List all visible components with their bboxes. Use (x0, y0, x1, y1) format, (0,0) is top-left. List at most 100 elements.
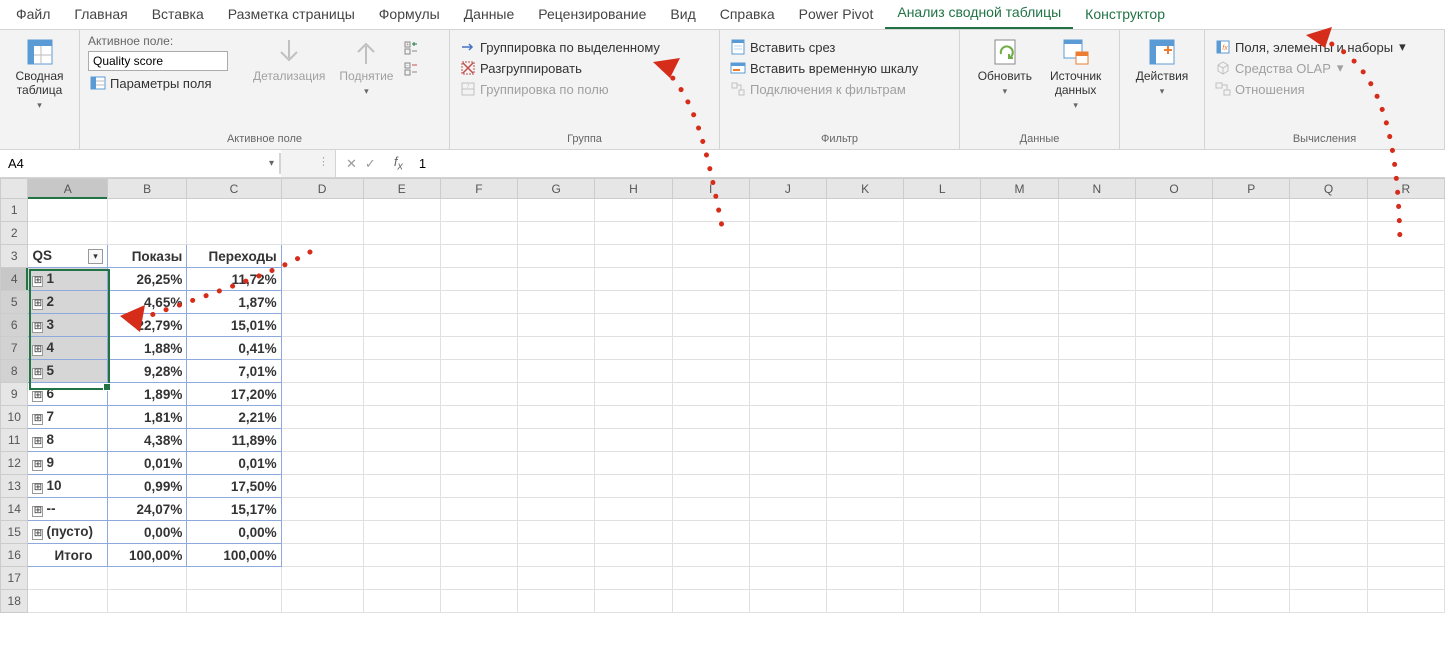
cell[interactable] (440, 429, 517, 452)
expand-icon[interactable]: ⊞ (32, 437, 43, 448)
cell[interactable] (826, 567, 903, 590)
cell[interactable] (363, 544, 440, 567)
cell[interactable] (1290, 360, 1367, 383)
cell[interactable] (904, 199, 981, 222)
tab-view[interactable]: Вид (658, 1, 707, 29)
cell[interactable]: 7,01% (187, 360, 281, 383)
cell[interactable] (1290, 452, 1367, 475)
select-all-corner[interactable] (1, 179, 28, 199)
cell[interactable] (672, 199, 749, 222)
cell[interactable] (108, 567, 187, 590)
cell[interactable] (749, 268, 826, 291)
row-header[interactable]: 5 (1, 291, 28, 314)
cell[interactable] (1135, 360, 1212, 383)
cell[interactable] (1367, 314, 1444, 337)
column-header[interactable]: K (826, 179, 903, 199)
cell[interactable] (1135, 567, 1212, 590)
cell[interactable] (440, 314, 517, 337)
cell[interactable]: 22,79% (108, 314, 187, 337)
cell[interactable] (1135, 337, 1212, 360)
tab-powerpivot[interactable]: Power Pivot (787, 1, 886, 29)
cancel-formula-icon[interactable]: ✕ (346, 156, 357, 172)
cell[interactable] (363, 222, 440, 245)
cell[interactable] (440, 406, 517, 429)
cell[interactable] (1367, 590, 1444, 613)
cell[interactable] (595, 291, 672, 314)
cell[interactable] (1058, 452, 1135, 475)
cell[interactable] (187, 590, 281, 613)
cell[interactable] (1135, 544, 1212, 567)
cell[interactable] (672, 360, 749, 383)
cell[interactable] (904, 291, 981, 314)
cell[interactable] (826, 429, 903, 452)
cell[interactable]: ⊞1 (28, 268, 108, 291)
cell[interactable]: 17,20% (187, 383, 281, 406)
actions-button[interactable]: Действия ▾ (1132, 34, 1193, 98)
row-header[interactable]: 6 (1, 314, 28, 337)
cell[interactable] (440, 498, 517, 521)
filter-dropdown-icon[interactable]: ▾ (88, 249, 103, 264)
cell[interactable] (1058, 337, 1135, 360)
cell[interactable] (363, 383, 440, 406)
cell[interactable] (518, 222, 595, 245)
row-header[interactable]: 1 (1, 199, 28, 222)
cell[interactable] (1135, 406, 1212, 429)
tab-pivot-design[interactable]: Конструктор (1073, 1, 1177, 29)
cell[interactable] (1058, 567, 1135, 590)
cell[interactable] (826, 590, 903, 613)
cell[interactable] (904, 222, 981, 245)
cell[interactable] (1135, 475, 1212, 498)
cell[interactable] (904, 544, 981, 567)
cell[interactable] (904, 429, 981, 452)
column-header[interactable]: H (595, 179, 672, 199)
cell[interactable] (904, 268, 981, 291)
cell[interactable] (518, 521, 595, 544)
cell[interactable]: 11,89% (187, 429, 281, 452)
cell[interactable] (904, 452, 981, 475)
cell[interactable]: 24,07% (108, 498, 187, 521)
cell[interactable] (440, 268, 517, 291)
cell[interactable] (981, 314, 1058, 337)
cell[interactable] (363, 498, 440, 521)
column-header[interactable]: Q (1290, 179, 1367, 199)
cell[interactable] (1213, 268, 1290, 291)
cell[interactable] (1135, 199, 1212, 222)
tab-insert[interactable]: Вставка (140, 1, 216, 29)
cell[interactable] (826, 360, 903, 383)
cell[interactable] (672, 291, 749, 314)
cell[interactable] (904, 567, 981, 590)
cell[interactable] (363, 590, 440, 613)
tab-data[interactable]: Данные (452, 1, 527, 29)
cell[interactable] (440, 475, 517, 498)
cell[interactable]: 17,50% (187, 475, 281, 498)
collapse-field-icon[interactable]: − (403, 61, 419, 77)
cell[interactable] (1367, 360, 1444, 383)
cell[interactable] (518, 567, 595, 590)
cell[interactable] (1135, 452, 1212, 475)
cell[interactable] (1213, 291, 1290, 314)
cell[interactable] (1058, 245, 1135, 268)
cell[interactable]: 1,81% (108, 406, 187, 429)
expand-icon[interactable]: ⊞ (32, 529, 43, 540)
cell[interactable] (826, 383, 903, 406)
cell[interactable] (749, 429, 826, 452)
cell[interactable]: 0,00% (108, 521, 187, 544)
cell[interactable] (28, 199, 108, 222)
cell[interactable] (595, 406, 672, 429)
cell[interactable] (1290, 429, 1367, 452)
cell[interactable] (518, 406, 595, 429)
cell[interactable] (595, 314, 672, 337)
cell[interactable] (1290, 268, 1367, 291)
cell[interactable] (1058, 383, 1135, 406)
cell[interactable] (1135, 383, 1212, 406)
cell[interactable] (981, 199, 1058, 222)
column-header[interactable]: A (28, 179, 108, 199)
cell[interactable] (981, 291, 1058, 314)
cell[interactable] (595, 199, 672, 222)
cell[interactable] (826, 406, 903, 429)
cell[interactable] (1213, 521, 1290, 544)
data-source-button[interactable]: Источник данных ▾ (1046, 34, 1105, 112)
cell[interactable] (981, 475, 1058, 498)
cell[interactable] (1367, 429, 1444, 452)
cell[interactable] (826, 268, 903, 291)
